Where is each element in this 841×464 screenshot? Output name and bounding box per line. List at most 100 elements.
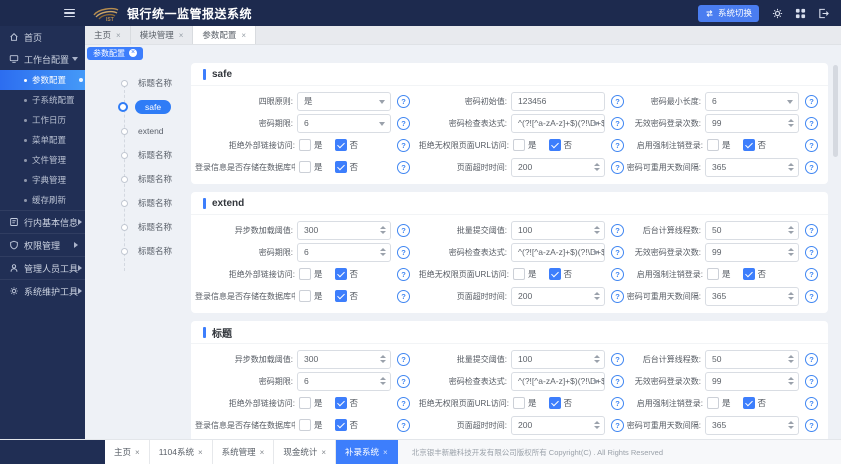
spinner-up-icon[interactable] (380, 226, 386, 229)
anchor-item[interactable]: 标题名称 (85, 71, 185, 95)
spinner-arrows[interactable] (788, 292, 794, 300)
spinner-down-icon[interactable] (594, 231, 600, 234)
checkbox-yes[interactable]: 是 (513, 139, 537, 151)
checkbox-no[interactable]: 否 (743, 397, 767, 409)
close-icon[interactable]: × (321, 448, 326, 457)
sidebar-subitem[interactable]: 子系统配置 (0, 90, 85, 110)
checkbox-checked-icon[interactable] (743, 139, 755, 151)
spinner-down-icon[interactable] (788, 360, 794, 363)
help-icon[interactable]: ? (805, 375, 818, 388)
gear-icon[interactable] (772, 8, 783, 19)
checkbox-no[interactable]: 否 (335, 139, 359, 151)
chevron-down-icon[interactable] (379, 100, 385, 104)
anchor-item[interactable]: 标题名称 (85, 143, 185, 167)
help-icon[interactable]: ? (397, 397, 410, 410)
select-input[interactable]: ^(?![^a-zA-z]+$)(?!\D+$)[0-9A-Z-Z.. (511, 114, 605, 133)
close-icon[interactable]: × (260, 448, 265, 457)
checkbox-no[interactable]: 否 (549, 397, 573, 409)
help-icon[interactable]: ? (805, 161, 818, 174)
checkbox-yes[interactable]: 是 (513, 268, 537, 280)
spinner-up-icon[interactable] (594, 292, 600, 295)
spinner-arrows[interactable] (788, 119, 794, 127)
help-icon[interactable]: ? (805, 353, 818, 366)
number-input[interactable]: 300 (297, 221, 391, 240)
close-icon[interactable]: × (198, 448, 203, 457)
text-input[interactable]: 123456 (511, 92, 605, 111)
help-icon[interactable]: ? (397, 161, 410, 174)
spinner-down-icon[interactable] (380, 231, 386, 234)
help-icon[interactable]: ? (611, 353, 624, 366)
sidebar-item[interactable]: 首页 (0, 26, 85, 48)
help-icon[interactable]: ? (805, 117, 818, 130)
number-input[interactable]: 200 (511, 287, 605, 306)
checkbox-checked-icon[interactable] (335, 139, 347, 151)
number-input[interactable]: 6 (297, 243, 391, 262)
chevron-down-icon[interactable] (593, 380, 599, 384)
spinner-arrows[interactable] (788, 355, 794, 363)
top-tab[interactable]: 主页× (85, 26, 131, 44)
select-input[interactable]: 6 (705, 92, 799, 111)
checkbox-yes[interactable]: 是 (513, 397, 537, 409)
checkbox-unchecked-icon[interactable] (299, 419, 311, 431)
help-icon[interactable]: ? (397, 353, 410, 366)
close-icon[interactable]: × (135, 448, 140, 457)
spinner-down-icon[interactable] (788, 168, 794, 171)
spinner-down-icon[interactable] (788, 297, 794, 300)
help-icon[interactable]: ? (611, 419, 624, 432)
anchor-item[interactable]: 标题名称 (85, 215, 185, 239)
select-input[interactable]: 是 (297, 92, 391, 111)
spinner-up-icon[interactable] (788, 163, 794, 166)
sidebar-subitem[interactable]: 参数配置 (0, 70, 85, 90)
spinner-arrows[interactable] (594, 226, 600, 234)
sidebar-item[interactable]: 管理人员工具 (0, 256, 85, 279)
checkbox-no[interactable]: 否 (335, 268, 359, 280)
checkbox-unchecked-icon[interactable] (299, 397, 311, 409)
number-input[interactable]: 200 (511, 158, 605, 177)
spinner-up-icon[interactable] (594, 355, 600, 358)
checkbox-unchecked-icon[interactable] (513, 397, 525, 409)
spinner-up-icon[interactable] (788, 292, 794, 295)
spinner-down-icon[interactable] (594, 360, 600, 363)
sidebar-subitem[interactable]: 缓存刷新 (0, 190, 85, 210)
spinner-up-icon[interactable] (594, 163, 600, 166)
number-input[interactable]: 100 (511, 221, 605, 240)
spinner-arrows[interactable] (788, 421, 794, 429)
spinner-down-icon[interactable] (788, 231, 794, 234)
spinner-arrows[interactable] (594, 163, 600, 171)
checkbox-yes[interactable]: 是 (707, 268, 731, 280)
help-icon[interactable]: ? (397, 224, 410, 237)
checkbox-no[interactable]: 否 (335, 161, 359, 173)
spinner-up-icon[interactable] (788, 355, 794, 358)
anchor-item[interactable]: 标题名称 (85, 191, 185, 215)
sidebar-item[interactable]: 行内基本信息 (0, 210, 85, 233)
checkbox-yes[interactable]: 是 (707, 139, 731, 151)
checkbox-unchecked-icon[interactable] (707, 139, 719, 151)
checkbox-yes[interactable]: 是 (299, 397, 323, 409)
help-icon[interactable]: ? (805, 246, 818, 259)
close-icon[interactable]: × (129, 49, 137, 57)
help-icon[interactable]: ? (611, 246, 624, 259)
checkbox-no[interactable]: 否 (335, 290, 359, 302)
checkbox-yes[interactable]: 是 (299, 161, 323, 173)
spinner-up-icon[interactable] (788, 119, 794, 122)
select-input[interactable]: ^(?![^a-zA-z]+$)(?!\D+$)[0-9A-Z-Z.. (511, 372, 605, 391)
spinner-up-icon[interactable] (788, 248, 794, 251)
spinner-down-icon[interactable] (594, 168, 600, 171)
checkbox-no[interactable]: 否 (743, 139, 767, 151)
close-icon[interactable]: × (383, 448, 388, 457)
spinner-down-icon[interactable] (380, 253, 386, 256)
spinner-down-icon[interactable] (788, 124, 794, 127)
sidebar-item[interactable]: 权限管理 (0, 233, 85, 256)
number-input[interactable]: 200 (511, 416, 605, 435)
spinner-up-icon[interactable] (788, 421, 794, 424)
spinner-down-icon[interactable] (380, 382, 386, 385)
number-input[interactable]: 99 (705, 114, 799, 133)
footer-tab[interactable]: 补录系统× (336, 440, 398, 464)
chevron-down-icon[interactable] (379, 122, 385, 126)
checkbox-checked-icon[interactable] (743, 268, 755, 280)
spinner-arrows[interactable] (380, 226, 386, 234)
spinner-down-icon[interactable] (380, 360, 386, 363)
checkbox-unchecked-icon[interactable] (513, 139, 525, 151)
footer-tab[interactable]: 1104系统× (150, 440, 213, 464)
sidebar-subitem[interactable]: 工作日历 (0, 110, 85, 130)
